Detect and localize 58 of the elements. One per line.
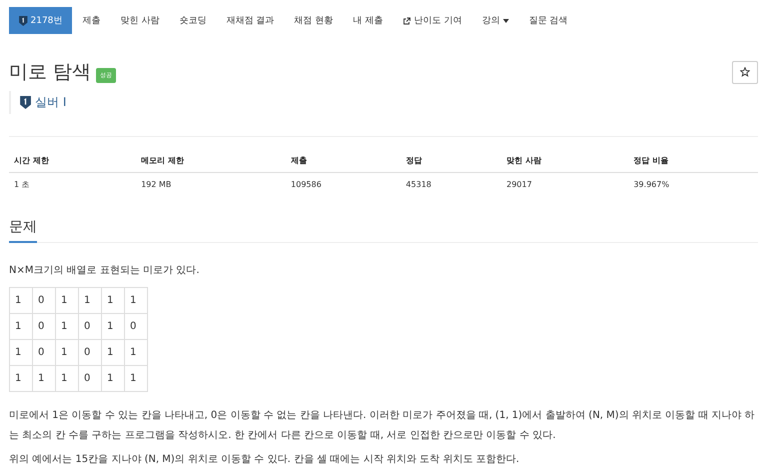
maze-cell: 1 (78, 288, 102, 314)
external-link-icon (402, 16, 411, 24)
maze-cell: 1 (56, 314, 78, 340)
column-header: 정답 비율 (628, 149, 758, 172)
maze-cell: 1 (124, 288, 148, 314)
column-header: 제출 (286, 149, 401, 172)
nav-tab[interactable]: 내 제출 (343, 7, 393, 34)
maze-cell: 1 (124, 340, 148, 366)
maze-cell: 0 (124, 314, 148, 340)
problem-text: 미로에서 1은 이동할 수 있는 칸을 나타내고, 0은 이동할 수 없는 칸을 나타낸다. 이러한 미로가 주어졌을 때, (1, 1)에서 출발하여 (N, M)의 위치로 이동할 때 지나야 하는 최소의 칸 수를 구하는 프로그램을 작성하시오. 한 칸에서 다른 칸으로 이동할 때, 서로 인접한 칸으로만 이동할 수 있다. (9, 409, 756, 443)
table-cell: 192 MB (136, 172, 286, 196)
tier-shield-icon (19, 16, 28, 26)
table-cell: 39.967% (628, 172, 758, 196)
table-cell: 45318 (400, 172, 502, 196)
maze-cell: 1 (10, 340, 32, 366)
tier-shield-icon (20, 96, 32, 109)
maze-cell: 0 (32, 314, 56, 340)
nav-tab[interactable]: 숏코딩 (169, 7, 216, 34)
nav-tab[interactable]: 맞힌 사람 (110, 7, 170, 34)
tier-label: 실버 I (35, 94, 66, 111)
maze-cell: 1 (10, 314, 32, 340)
maze-cell: 0 (32, 288, 56, 314)
column-header: 정답 (400, 149, 502, 172)
column-header: 맞힌 사람 (502, 149, 629, 172)
table-cell: 29017 (502, 172, 629, 196)
nav-tab[interactable]: 2178번 (9, 7, 72, 34)
maze-cell: 1 (56, 288, 78, 314)
nav-tab[interactable]: 재채점 결과 (216, 7, 284, 34)
problem-text: 위의 예에서는 15칸을 지나야 (N, M)의 위치로 이동할 수 있다. 칸을 셀 때에는 시작 위치와 도착 위치도 포함한다. (9, 453, 520, 467)
table-cell: 109586 (286, 172, 401, 196)
nav-tab[interactable]: 질문 검색 (518, 7, 578, 34)
problem-title: 미로 탐색 (9, 60, 92, 85)
maze-cell: 0 (78, 366, 102, 392)
maze-cell: 1 (56, 366, 78, 392)
maze-cell: 1 (10, 288, 32, 314)
maze-cell: 0 (32, 340, 56, 366)
table-cell: 1 초 (9, 172, 136, 196)
maze-cell: 1 (124, 366, 148, 392)
section-heading: 문제 (9, 218, 37, 243)
column-header: 메모리 제한 (136, 149, 286, 172)
maze-cell: 0 (78, 314, 102, 340)
maze-cell: 1 (102, 340, 124, 366)
column-header: 시간 제한 (9, 149, 136, 172)
nav-tab[interactable]: 강의 (472, 7, 519, 34)
nav-tab[interactable]: 난이도 기여 (392, 7, 472, 34)
favorite-button[interactable] (732, 60, 758, 84)
maze-cell: 1 (56, 340, 78, 366)
maze-cell: 1 (32, 366, 56, 392)
nav-tab[interactable]: 제출 (72, 7, 110, 34)
star-icon (740, 67, 750, 77)
maze-cell: 1 (10, 366, 32, 392)
intro-text: N×M크기의 배열로 표현되는 미로가 있다. (9, 264, 200, 278)
maze-cell: 1 (102, 366, 124, 392)
maze-cell: 1 (102, 314, 124, 340)
maze-cell: 0 (78, 340, 102, 366)
caret-icon (502, 18, 509, 22)
maze-cell: 1 (102, 288, 124, 314)
nav-tab[interactable]: 채점 현황 (284, 7, 344, 34)
